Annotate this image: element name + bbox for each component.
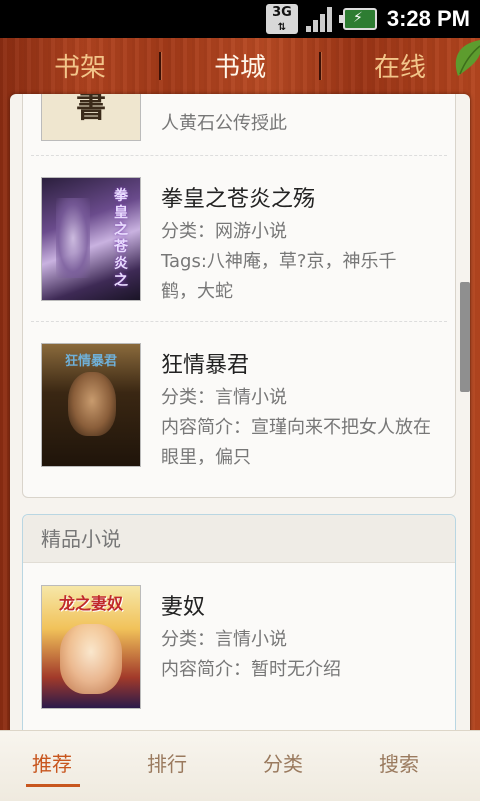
book-description: 人黄石公传授此 <box>161 113 287 134</box>
book-category: 分类：言情小说 <box>161 387 287 408</box>
book-title: 妻奴 <box>161 595 206 620</box>
top-tabs: 书架 书城 在线 <box>0 38 480 96</box>
list-item[interactable]: 書 人黄石公传授此 <box>23 94 455 155</box>
tab-divider <box>319 52 321 80</box>
cover-calligraphy: 書 <box>76 94 106 125</box>
network-3g-icon: 3G ⇅ <box>266 4 298 34</box>
status-bar: 3G ⇅ ⚡ 3:28 PM <box>0 0 480 38</box>
active-nav-indicator <box>26 784 80 787</box>
book-category: 分类：网游小说 <box>161 221 287 242</box>
tab-bookshelf[interactable]: 书架 <box>20 48 140 88</box>
network-type: 3G <box>272 5 292 20</box>
nav-category[interactable]: 分类 <box>233 749 333 779</box>
battery-charging-icon: ⚡ <box>339 8 377 30</box>
book-cover: 狂情暴君 <box>41 343 141 467</box>
tab-bookstore[interactable]: 书城 <box>180 48 300 88</box>
list-item[interactable]: 拳皇之苍炎之 拳皇之苍炎之殇 分类：网游小说 Tags:八神庵，草?京，神乐千鹤… <box>23 155 455 321</box>
scrollbar[interactable] <box>460 282 470 392</box>
tab-divider <box>159 52 161 80</box>
book-cover: 書 <box>41 94 141 141</box>
book-cover: 龙之妻奴 <box>41 585 141 709</box>
list-item[interactable]: 龙之妻奴 妻奴 分类：言情小说 内容简介：暂时无介绍 <box>23 563 455 733</box>
book-title: 狂情暴君 <box>161 353 250 378</box>
tab-online[interactable]: 在线 <box>340 48 460 88</box>
signal-bars-icon <box>306 7 332 32</box>
nav-ranking[interactable]: 排行 <box>117 749 217 779</box>
recommended-list: 書 人黄石公传授此 拳皇之苍炎之 拳皇之苍炎之殇 分类：网游小说 Tags:八神… <box>22 94 456 498</box>
nav-recommend[interactable]: 推荐 <box>2 749 102 779</box>
book-category: 分类：言情小说 <box>161 629 287 650</box>
cover-title: 龙之妻奴 <box>58 594 123 613</box>
book-description: 内容简介：宣瑾向来不把女人放在眼里，偏只 <box>161 417 431 468</box>
bookstore-panel: 書 人黄石公传授此 拳皇之苍炎之 拳皇之苍炎之殇 分类：网游小说 Tags:八神… <box>10 94 470 800</box>
nav-search[interactable]: 搜索 <box>349 749 449 779</box>
book-cover: 拳皇之苍炎之 <box>41 177 141 301</box>
book-description: 内容简介：暂时无介绍 <box>161 659 341 680</box>
list-item[interactable]: 狂情暴君 狂情暴君 分类：言情小说 内容简介：宣瑾向来不把女人放在眼里，偏只 <box>23 321 455 491</box>
bottom-nav: 推荐 排行 分类 搜索 <box>0 730 480 801</box>
book-title: 拳皇之苍炎之殇 <box>161 187 316 212</box>
book-description: Tags:八神庵，草?京，神乐千鹤，大蛇 <box>161 251 397 302</box>
status-time: 3:28 PM <box>386 6 470 31</box>
section-title: 精品小说 <box>23 515 455 563</box>
